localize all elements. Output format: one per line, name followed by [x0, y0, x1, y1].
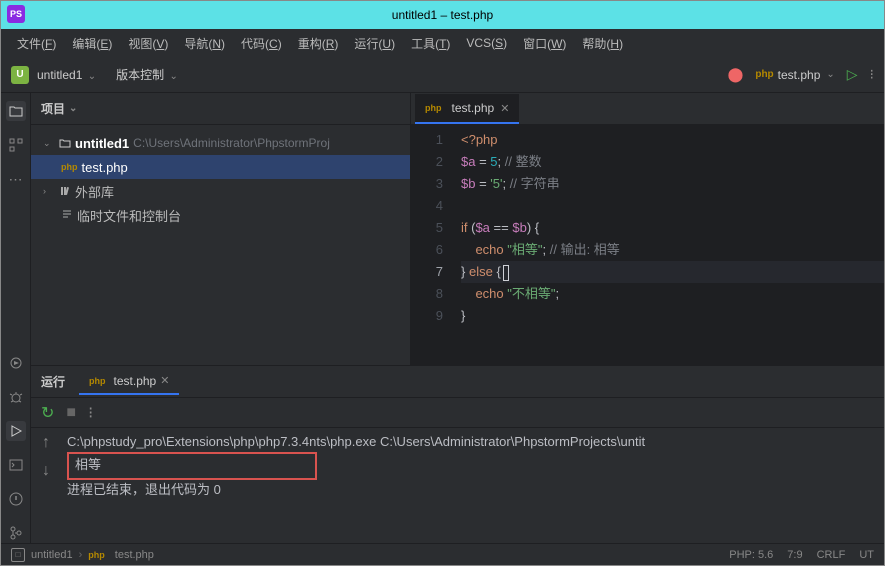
console-exit: 进程已结束，退出代码为 0 [67, 480, 878, 500]
up-arrow-icon[interactable]: ↑ [42, 434, 50, 452]
menu-vcs[interactable]: VCS(S) [458, 36, 515, 50]
run-panel: 运行 php test.php ✕ ↻ ■ ⁝ ↑ ↓ C:\phpstudy_… [31, 365, 884, 543]
project-tree: ⌄ untitled1 C:\Users\Administrator\Phpst… [31, 125, 410, 233]
php-icon: php [61, 162, 78, 172]
console-command: C:\phpstudy_pro\Extensions\php\php7.3.4n… [67, 432, 878, 452]
more-tools-icon[interactable]: ⋯ [6, 169, 26, 189]
run-tab-testphp[interactable]: php test.php ✕ [79, 369, 179, 395]
title-bar: PS untitled1 – test.php [1, 1, 884, 29]
menu-help[interactable]: 帮助(H) [574, 35, 631, 52]
menu-code[interactable]: 代码(C) [233, 35, 290, 52]
menu-bar: 文件(F) 编辑(E) 视图(V) 导航(N) 代码(C) 重构(R) 运行(U… [1, 29, 884, 57]
project-panel-header: 项目 ⌄ [31, 93, 410, 125]
run-toolbar: ↻ ■ ⁝ [31, 398, 884, 428]
menu-window[interactable]: 窗口(W) [515, 35, 574, 52]
scratch-icon [61, 209, 73, 221]
status-encoding[interactable]: UT [859, 549, 874, 561]
output-highlight: 相等 [67, 452, 317, 480]
project-badge: U [11, 66, 29, 84]
editor-tabs: php test.php ✕ [411, 93, 884, 125]
tree-external-libs[interactable]: › 外部库 [31, 179, 410, 203]
status-line-sep[interactable]: CRLF [817, 549, 846, 561]
run-tool-icon[interactable] [6, 421, 26, 441]
more-icon[interactable]: ⁝ [88, 403, 93, 423]
down-arrow-icon[interactable]: ↓ [42, 462, 50, 480]
status-cursor-pos[interactable]: 7:9 [787, 549, 802, 561]
text-cursor [503, 265, 509, 281]
problems-tool-icon[interactable] [6, 489, 26, 509]
close-icon[interactable]: ✕ [500, 102, 509, 115]
more-actions-icon[interactable]: ⁝ [870, 66, 874, 83]
window-title: untitled1 – test.php [392, 8, 493, 22]
php-icon: php [425, 103, 442, 113]
console-output[interactable]: C:\phpstudy_pro\Extensions\php\php7.3.4n… [61, 428, 884, 543]
status-bar: □ untitled1 › php test.php PHP: 5.6 7:9 … [1, 543, 884, 565]
menu-edit[interactable]: 编辑(E) [64, 35, 120, 52]
git-tool-icon[interactable] [6, 523, 26, 543]
menu-file[interactable]: 文件(F) [9, 35, 64, 52]
menu-run[interactable]: 运行(U) [346, 35, 403, 52]
vcs-dropdown[interactable]: 版本控制 ⌄ [116, 66, 178, 83]
folder-icon [59, 137, 71, 149]
left-tool-rail: ⋯ [1, 93, 31, 543]
main-toolbar: U untitled1 ⌄ 版本控制 ⌄ ⬤̵ php test.php ⌄ ▷… [1, 57, 884, 93]
library-icon [59, 185, 71, 197]
app-logo: PS [7, 5, 25, 23]
tree-root[interactable]: ⌄ untitled1 C:\Users\Administrator\Phpst… [31, 131, 410, 155]
breadcrumb-project[interactable]: untitled1 [31, 549, 73, 561]
stop-icon[interactable]: ■ [66, 404, 76, 422]
editor-tab-testphp[interactable]: php test.php ✕ [415, 94, 519, 124]
run-gutter: ↑ ↓ [31, 428, 61, 543]
menu-navigate[interactable]: 导航(N) [176, 35, 233, 52]
run-panel-title: 运行 [41, 373, 65, 390]
bug-icon[interactable]: ⬤̵ [728, 66, 744, 83]
structure-tool-icon[interactable] [6, 135, 26, 155]
project-dropdown[interactable]: untitled1 ⌄ [37, 68, 96, 82]
debug-tool-icon[interactable] [6, 387, 26, 407]
run-config-dropdown[interactable]: php test.php ⌄ [755, 68, 834, 82]
php-icon: php [755, 69, 773, 80]
status-php-version[interactable]: PHP: 5.6 [729, 549, 773, 561]
terminal-tool-icon[interactable] [6, 455, 26, 475]
services-tool-icon[interactable] [6, 353, 26, 373]
tree-file-testphp[interactable]: php test.php [31, 155, 410, 179]
run-button[interactable]: ▷ [847, 66, 858, 83]
nav-icon[interactable]: □ [11, 548, 25, 562]
rerun-icon[interactable]: ↻ [41, 403, 54, 423]
close-icon[interactable]: ✕ [160, 374, 169, 387]
tree-scratches[interactable]: 临时文件和控制台 [31, 203, 410, 227]
chevron-down-icon: ⌄ [43, 138, 55, 149]
chevron-right-icon: › [43, 186, 55, 196]
project-tool-icon[interactable] [6, 101, 26, 121]
php-icon: php [89, 376, 106, 386]
breadcrumb-file[interactable]: test.php [115, 549, 154, 561]
php-icon: php [88, 550, 105, 560]
menu-view[interactable]: 视图(V) [120, 35, 176, 52]
menu-tools[interactable]: 工具(T) [403, 35, 458, 52]
menu-refactor[interactable]: 重构(R) [290, 35, 347, 52]
